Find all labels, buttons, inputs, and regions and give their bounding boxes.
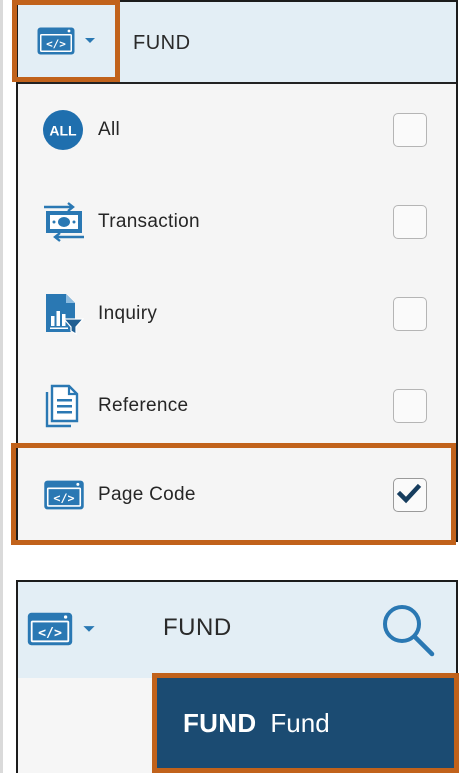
inquiry-icon	[46, 294, 84, 336]
page-code-icon: </>	[27, 612, 73, 646]
result-code: FUND	[183, 707, 257, 738]
filter-option-inquiry[interactable]: Inquiry	[18, 268, 456, 360]
search-icon	[383, 605, 435, 657]
filter-option-label: All	[98, 119, 121, 140]
reference-icon	[45, 384, 79, 428]
page-code-icon: </>	[37, 27, 75, 55]
left-divider	[0, 0, 3, 773]
filter-option-label: Inquiry	[98, 303, 158, 324]
chevron-down-icon	[85, 38, 95, 43]
search-button[interactable]	[378, 600, 440, 662]
filter-option-transaction[interactable]: Transaction	[18, 176, 456, 268]
filter-option-label: Reference	[98, 395, 189, 416]
all-badge-text: ALL	[49, 123, 77, 139]
search-query-text[interactable]: FUND	[133, 26, 191, 60]
search-result-item[interactable]: FUND Fund	[152, 673, 459, 773]
filter-option-reference[interactable]: Reference	[18, 360, 456, 452]
filter-checkbox-reference[interactable]	[393, 389, 427, 423]
chevron-down-icon	[83, 625, 95, 632]
all-icon: ALL	[43, 110, 83, 150]
filter-checkbox-transaction[interactable]	[393, 205, 427, 239]
type-filter-button[interactable]: </>	[26, 605, 96, 653]
svg-text:</>: </>	[38, 626, 62, 641]
type-filter-button[interactable]: </>	[12, 0, 120, 82]
transaction-icon	[44, 202, 84, 242]
filter-checkbox-all[interactable]	[393, 113, 427, 147]
filter-option-label: Transaction	[98, 211, 200, 232]
search-input[interactable]: FUND	[163, 610, 232, 646]
page-code-highlight	[11, 443, 456, 545]
svg-text:</>: </>	[46, 38, 66, 51]
result-name: Fund	[270, 707, 330, 738]
filter-checkbox-inquiry[interactable]	[393, 297, 427, 331]
filter-option-all[interactable]: ALL All	[18, 84, 456, 176]
